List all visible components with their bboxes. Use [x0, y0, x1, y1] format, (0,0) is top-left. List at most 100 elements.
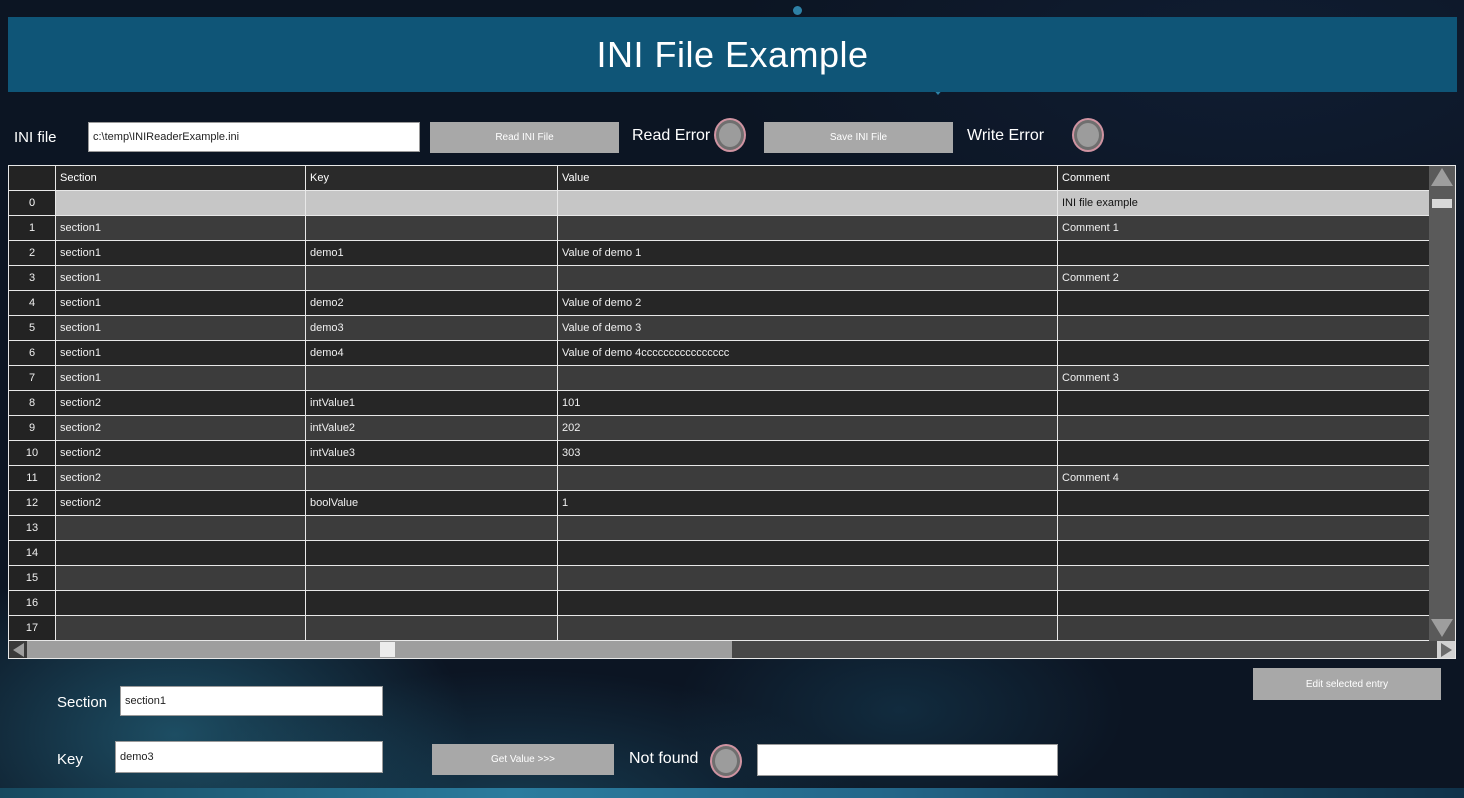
horizontal-scroll-thumb[interactable] — [380, 642, 395, 657]
cell-comment[interactable] — [1058, 291, 1429, 315]
cell-comment[interactable] — [1058, 316, 1429, 340]
cell-key[interactable] — [306, 541, 558, 565]
table-row[interactable]: 7section1Comment 3 — [9, 366, 1429, 391]
ini-path-input[interactable] — [88, 122, 420, 152]
cell-section[interactable]: section2 — [56, 416, 306, 440]
cell-value[interactable] — [558, 466, 1058, 490]
table-row[interactable]: 13 — [9, 516, 1429, 541]
cell-key[interactable]: demo4 — [306, 341, 558, 365]
table-row[interactable]: 15 — [9, 566, 1429, 591]
cell-section[interactable]: section1 — [56, 216, 306, 240]
table-row[interactable]: 3section1Comment 2 — [9, 266, 1429, 291]
cell-section[interactable] — [56, 541, 306, 565]
scroll-up-arrow-icon[interactable] — [1431, 168, 1453, 186]
cell-comment[interactable] — [1058, 491, 1429, 515]
cell-section[interactable]: section1 — [56, 291, 306, 315]
save-ini-file-button[interactable]: Save INI File — [764, 122, 953, 153]
cell-section[interactable]: section2 — [56, 466, 306, 490]
cell-comment[interactable] — [1058, 241, 1429, 265]
cell-section[interactable] — [56, 616, 306, 640]
cell-key[interactable]: boolValue — [306, 491, 558, 515]
cell-value[interactable]: Value of demo 4cccccccccccccccc — [558, 341, 1058, 365]
cell-key[interactable] — [306, 516, 558, 540]
cell-key[interactable] — [306, 566, 558, 590]
read-ini-file-button[interactable]: Read INI File — [430, 122, 619, 153]
cell-comment[interactable] — [1058, 391, 1429, 415]
cell-key[interactable]: intValue3 — [306, 441, 558, 465]
cell-section[interactable]: section2 — [56, 441, 306, 465]
cell-value[interactable] — [558, 216, 1058, 240]
cell-section[interactable]: section1 — [56, 316, 306, 340]
cell-key[interactable]: demo3 — [306, 316, 558, 340]
horizontal-scrollbar[interactable] — [9, 641, 1455, 658]
table-row[interactable]: 2section1demo1Value of demo 1 — [9, 241, 1429, 266]
cell-key[interactable] — [306, 616, 558, 640]
cell-key[interactable]: demo2 — [306, 291, 558, 315]
cell-section[interactable] — [56, 516, 306, 540]
cell-key[interactable]: demo1 — [306, 241, 558, 265]
table-row[interactable]: 9section2intValue2202 — [9, 416, 1429, 441]
table-row[interactable]: 14 — [9, 541, 1429, 566]
cell-key[interactable] — [306, 266, 558, 290]
cell-value[interactable]: Value of demo 1 — [558, 241, 1058, 265]
scroll-right-button[interactable] — [1437, 641, 1455, 658]
result-value-field[interactable] — [757, 744, 1058, 776]
cell-comment[interactable] — [1058, 541, 1429, 565]
cell-value[interactable] — [558, 191, 1058, 215]
table-row[interactable]: 6section1demo4Value of demo 4ccccccccccc… — [9, 341, 1429, 366]
cell-value[interactable] — [558, 591, 1058, 615]
table-row[interactable]: 0INI file example — [9, 191, 1429, 216]
cell-key[interactable] — [306, 466, 558, 490]
table-row[interactable]: 17 — [9, 616, 1429, 641]
key-input[interactable] — [115, 741, 383, 773]
cell-comment[interactable]: Comment 3 — [1058, 366, 1429, 390]
cell-comment[interactable]: INI file example — [1058, 191, 1429, 215]
scroll-down-arrow-icon[interactable] — [1431, 619, 1453, 637]
cell-key[interactable] — [306, 191, 558, 215]
edit-selected-entry-button[interactable]: Edit selected entry — [1253, 668, 1441, 700]
cell-comment[interactable] — [1058, 341, 1429, 365]
scroll-left-button[interactable] — [9, 641, 27, 658]
cell-comment[interactable]: Comment 4 — [1058, 466, 1429, 490]
cell-value[interactable] — [558, 366, 1058, 390]
cell-value[interactable]: 303 — [558, 441, 1058, 465]
cell-value[interactable]: Value of demo 3 — [558, 316, 1058, 340]
section-input[interactable] — [120, 686, 383, 716]
cell-key[interactable]: intValue2 — [306, 416, 558, 440]
cell-comment[interactable] — [1058, 566, 1429, 590]
cell-value[interactable]: 101 — [558, 391, 1058, 415]
table-row[interactable]: 5section1demo3Value of demo 3 — [9, 316, 1429, 341]
cell-value[interactable]: 202 — [558, 416, 1058, 440]
cell-key[interactable] — [306, 216, 558, 240]
cell-comment[interactable]: Comment 2 — [1058, 266, 1429, 290]
cell-comment[interactable]: Comment 1 — [1058, 216, 1429, 240]
cell-section[interactable] — [56, 566, 306, 590]
cell-value[interactable] — [558, 516, 1058, 540]
cell-key[interactable]: intValue1 — [306, 391, 558, 415]
cell-comment[interactable] — [1058, 616, 1429, 640]
vertical-scroll-thumb[interactable] — [1432, 199, 1452, 208]
horizontal-scroll-track[interactable] — [27, 641, 1437, 658]
cell-key[interactable] — [306, 366, 558, 390]
table-row[interactable]: 11section2Comment 4 — [9, 466, 1429, 491]
cell-value[interactable]: Value of demo 2 — [558, 291, 1058, 315]
table-row[interactable]: 4section1demo2Value of demo 2 — [9, 291, 1429, 316]
table-row[interactable]: 8section2intValue1101 — [9, 391, 1429, 416]
vertical-scrollbar[interactable] — [1429, 166, 1455, 641]
get-value-button[interactable]: Get Value >>> — [432, 744, 614, 775]
cell-value[interactable] — [558, 566, 1058, 590]
table-row[interactable]: 1section1Comment 1 — [9, 216, 1429, 241]
cell-comment[interactable] — [1058, 416, 1429, 440]
cell-key[interactable] — [306, 591, 558, 615]
table-row[interactable]: 16 — [9, 591, 1429, 616]
cell-value[interactable]: 1 — [558, 491, 1058, 515]
cell-comment[interactable] — [1058, 516, 1429, 540]
cell-value[interactable] — [558, 266, 1058, 290]
cell-comment[interactable] — [1058, 591, 1429, 615]
cell-section[interactable]: section2 — [56, 491, 306, 515]
cell-section[interactable] — [56, 591, 306, 615]
cell-section[interactable]: section1 — [56, 241, 306, 265]
cell-section[interactable]: section1 — [56, 366, 306, 390]
cell-section[interactable] — [56, 191, 306, 215]
cell-value[interactable] — [558, 616, 1058, 640]
